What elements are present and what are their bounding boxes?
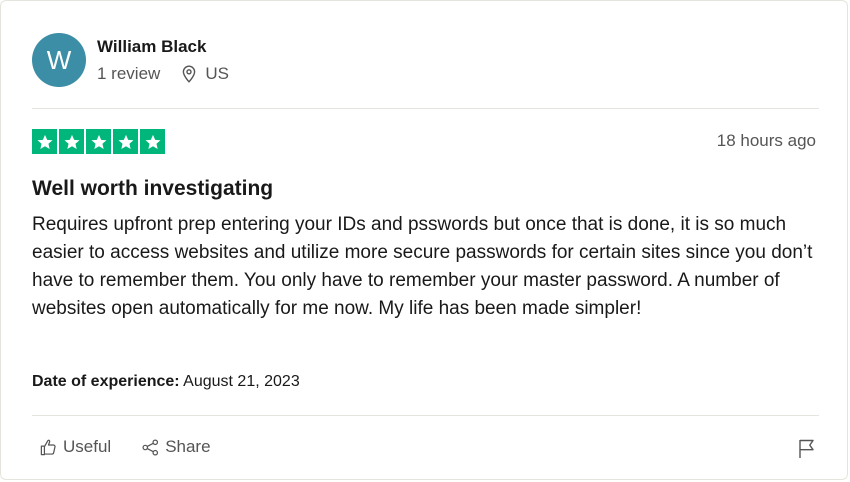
- review-count: 1 review: [97, 63, 161, 83]
- date-of-experience: Date of experience: August 21, 2023: [32, 373, 300, 391]
- review-title[interactable]: Well worth investigating: [32, 175, 273, 203]
- star-icon: [113, 129, 138, 154]
- location-pin-icon: [183, 64, 196, 83]
- share-label: Share: [165, 437, 211, 456]
- star-icon: [59, 129, 84, 154]
- star-icon: [86, 129, 111, 154]
- reviewer-location: US: [181, 63, 229, 85]
- useful-button[interactable]: Useful: [39, 437, 111, 457]
- divider: [32, 415, 819, 416]
- experience-date: August 21, 2023: [183, 373, 300, 390]
- review-time: 18 hours ago: [716, 131, 816, 150]
- share-icon: [142, 438, 159, 456]
- thumbs-up-icon: [40, 439, 56, 455]
- experience-label: Date of experience:: [32, 373, 180, 390]
- review-card: W William Black 1 review US 18 hours ago…: [0, 0, 848, 480]
- share-button[interactable]: Share: [141, 437, 211, 457]
- review-actions: Useful Share: [39, 437, 241, 457]
- reviewer-country: US: [205, 63, 229, 83]
- flag-icon[interactable]: [797, 438, 817, 459]
- star-icon: [32, 129, 57, 154]
- reviewer-header: W William Black 1 review US: [32, 33, 229, 87]
- reviewer-name[interactable]: William Black: [97, 36, 229, 58]
- divider: [32, 108, 819, 109]
- review-body: Requires upfront prep entering your IDs …: [32, 214, 813, 319]
- star-icon: [140, 129, 165, 154]
- useful-label: Useful: [63, 437, 112, 456]
- reviewer-info: William Black 1 review US: [97, 36, 229, 85]
- avatar[interactable]: W: [32, 33, 86, 87]
- reviewer-meta: 1 review US: [97, 63, 229, 85]
- star-rating: [32, 129, 165, 154]
